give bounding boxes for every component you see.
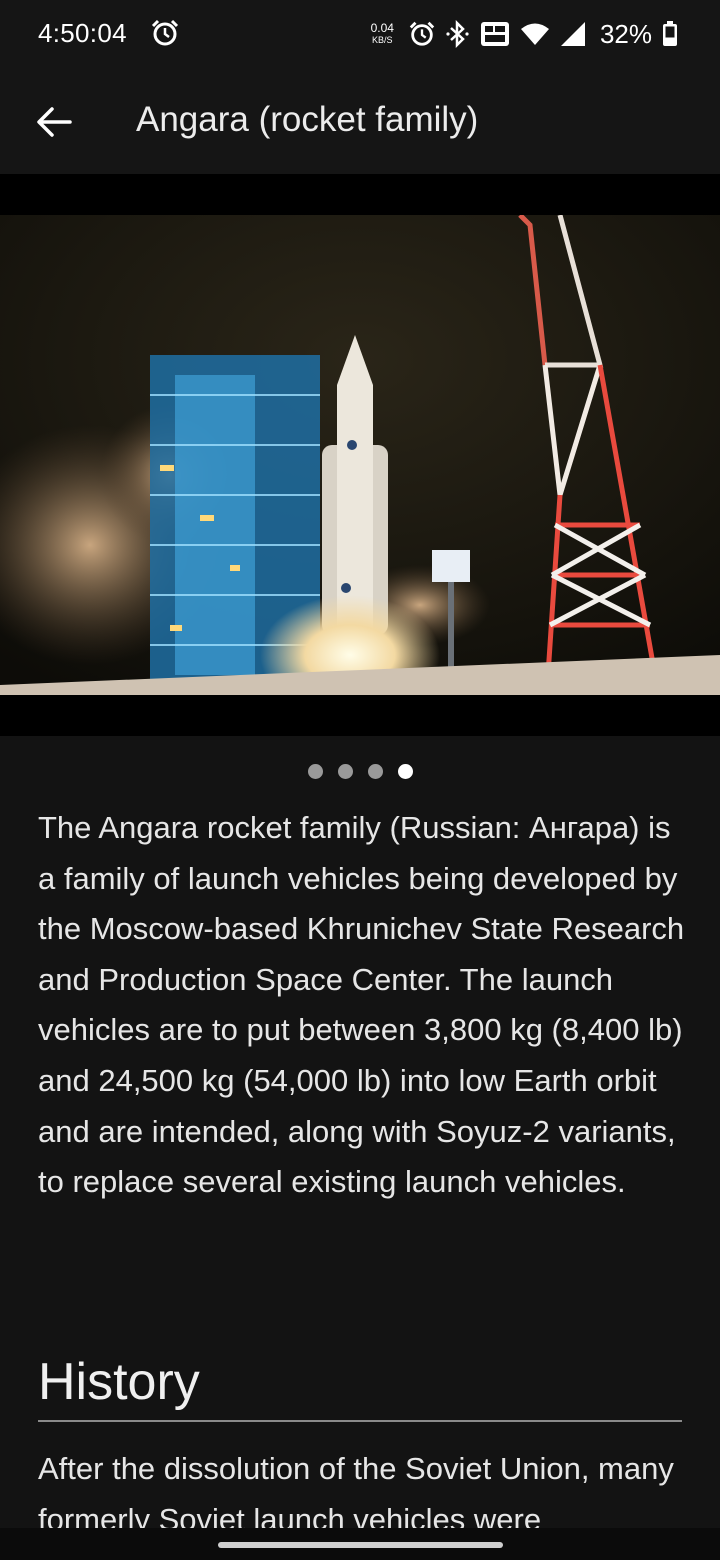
arrow-back-icon: [37, 107, 72, 137]
battery-icon: [662, 21, 678, 47]
cellular-signal-icon: [560, 21, 586, 47]
status-icons: 0.04 KB/S 32%: [371, 14, 678, 54]
app-bar: Angara (rocket family): [0, 70, 720, 174]
status-time: 4:50:04: [38, 18, 127, 48]
vowifi-icon: [480, 21, 510, 47]
network-speed-value: 0.04: [370, 21, 394, 35]
rocket-launch-photo: [0, 215, 720, 695]
pager-dot-3[interactable]: [367, 764, 383, 779]
pager-dot-2[interactable]: [337, 764, 353, 779]
hero-image[interactable]: [0, 215, 720, 695]
article-summary: The Angara rocket family (Russian: Ангар…: [38, 810, 685, 1200]
section-divider: [38, 1420, 682, 1422]
bluetooth-icon: [446, 20, 470, 48]
pager-dot-4-active[interactable]: [397, 764, 413, 779]
gallery-pager: [0, 764, 720, 782]
network-speed: 0.04 KB/S: [371, 22, 394, 46]
wifi-icon: [520, 22, 550, 46]
battery-percent: 32%: [599, 18, 652, 49]
home-gesture-handle[interactable]: [218, 1542, 503, 1548]
status-bar: 4:50:04 0.04 KB/S 32%: [0, 0, 720, 70]
alarm-icon: [150, 18, 180, 48]
alarm-icon: [408, 20, 436, 48]
section-heading-history: History: [38, 1353, 200, 1411]
back-button[interactable]: [26, 94, 82, 150]
page-title: Angara (rocket family): [136, 100, 479, 139]
pager-dot-1[interactable]: [307, 764, 323, 779]
network-speed-unit: KB/S: [372, 35, 393, 45]
